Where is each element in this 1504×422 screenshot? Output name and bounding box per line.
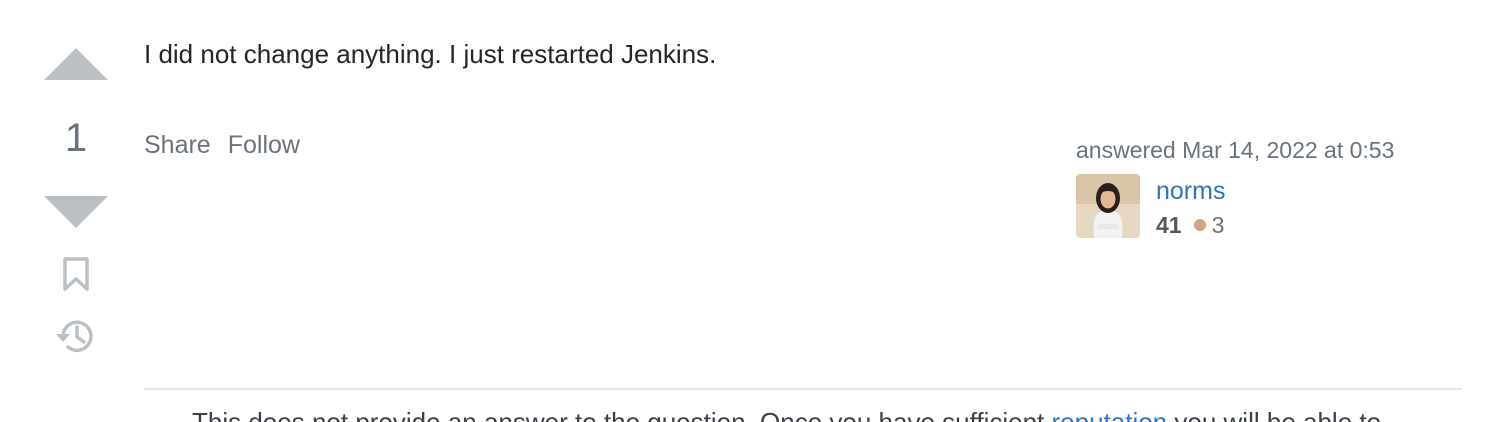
- answered-timestamp: answered Mar 14, 2022 at 0:53: [1076, 137, 1395, 163]
- bronze-badge-count: 3: [1211, 212, 1225, 238]
- bookmark-icon: [63, 257, 89, 291]
- post-menu: Share Follow: [144, 128, 300, 162]
- timeline-button[interactable]: [54, 314, 98, 358]
- bronze-badge-icon: [1193, 219, 1206, 231]
- share-link[interactable]: Share: [144, 128, 211, 162]
- avatar[interactable]: [1076, 174, 1140, 238]
- upvote-button[interactable]: [40, 44, 112, 84]
- reputation-score: 41: [1156, 212, 1182, 238]
- user-card: answered Mar 14, 2022 at 0:53 norms 41 3: [1076, 134, 1466, 238]
- vote-count: 1: [64, 116, 88, 160]
- reputation-link[interactable]: reputation: [1052, 407, 1168, 422]
- notice-text-before: This does not provide an answer to the q…: [192, 407, 1052, 422]
- downvote-button[interactable]: [40, 192, 112, 232]
- history-icon: [56, 320, 93, 353]
- triangle-up-icon: [44, 48, 108, 80]
- notice-text-after: you will be able to: [1167, 407, 1382, 422]
- triangle-down-icon: [44, 196, 108, 228]
- follow-link[interactable]: Follow: [228, 128, 300, 162]
- user-info: norms 41 3: [1076, 174, 1466, 238]
- review-notice: This does not provide an answer to the q…: [192, 404, 1381, 422]
- answer-body: I did not change anything. I just restar…: [144, 39, 717, 69]
- user-avatar-icon: [1076, 174, 1140, 238]
- answer-page: 1 I did not change anything. I just rest…: [0, 0, 1504, 422]
- user-reputation: 41 3: [1156, 210, 1224, 240]
- user-name-link[interactable]: norms: [1156, 174, 1225, 208]
- comment-divider: [144, 388, 1462, 390]
- bookmark-button[interactable]: [62, 256, 90, 292]
